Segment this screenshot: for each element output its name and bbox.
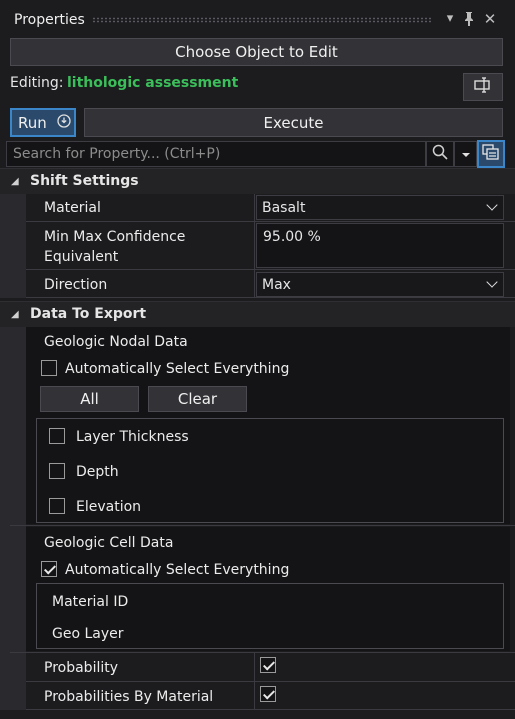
data-to-export-title: Data To Export	[30, 306, 147, 322]
data-to-export-header[interactable]: ◢ Data To Export	[0, 301, 515, 327]
material-id-item: Material ID	[52, 594, 129, 610]
geo-layer-item: Geo Layer	[52, 626, 124, 642]
direction-value: Max	[262, 276, 291, 293]
material-dropdown[interactable]: Basalt	[256, 195, 504, 220]
window-menu-icon[interactable]: ▾	[442, 11, 458, 27]
panel-title: Properties	[14, 12, 85, 28]
row-divider	[10, 652, 515, 653]
run-label: Run	[18, 113, 47, 132]
collapse-triangle-icon[interactable]: ◢	[11, 176, 19, 187]
properties-layout-icon	[473, 76, 493, 98]
run-button[interactable]: Run	[10, 108, 76, 137]
confidence-input[interactable]: 95.00 %	[256, 223, 504, 268]
cell-auto-select-label: Automatically Select Everything	[65, 562, 290, 578]
layout-toggle-button[interactable]	[463, 73, 503, 101]
chevron-down-icon	[486, 199, 498, 211]
drag-grip[interactable]	[92, 17, 432, 23]
editing-label: Editing:	[10, 75, 64, 91]
category-gutter	[0, 194, 26, 298]
row-divider	[26, 681, 515, 682]
probability-label: Probability	[44, 660, 119, 676]
direction-label: Direction	[44, 277, 108, 293]
probabilities-by-material-label: Probabilities By Material	[44, 689, 214, 705]
depth-checkbox[interactable]	[49, 463, 65, 479]
caret-down-icon	[461, 146, 471, 162]
nodal-data-title: Geologic Nodal Data	[44, 334, 188, 350]
collapse-categories-toggle[interactable]	[477, 140, 505, 168]
confidence-value: 95.00 %	[263, 229, 321, 245]
elevation-label: Elevation	[76, 499, 142, 515]
confidence-label-line1: Min Max Confidence	[44, 229, 186, 245]
depth-label: Depth	[76, 464, 119, 480]
info-icon	[57, 113, 71, 132]
cell-auto-select-checkbox[interactable]	[41, 561, 57, 577]
search-icon	[432, 144, 448, 164]
direction-dropdown[interactable]: Max	[256, 272, 504, 297]
probability-checkbox[interactable]	[260, 657, 276, 673]
select-all-button[interactable]: All	[40, 386, 139, 412]
material-label: Material	[44, 200, 101, 216]
row-divider	[10, 525, 515, 526]
search-options-dropdown[interactable]	[454, 141, 477, 167]
probabilities-by-material-checkbox[interactable]	[260, 686, 276, 702]
collapse-triangle-icon[interactable]: ◢	[11, 309, 19, 320]
cell-data-title: Geologic Cell Data	[44, 535, 174, 551]
nodal-auto-select-label: Automatically Select Everything	[65, 361, 290, 377]
elevation-checkbox[interactable]	[49, 498, 65, 514]
layer-thickness-checkbox[interactable]	[49, 428, 65, 444]
layer-thickness-label: Layer Thickness	[76, 429, 189, 445]
confidence-label-line2: Equivalent	[44, 249, 119, 265]
search-button[interactable]	[426, 141, 454, 167]
pin-icon[interactable]	[461, 11, 477, 27]
editing-object-name: lithologic assessment	[67, 75, 239, 91]
shift-settings-title: Shift Settings	[30, 173, 139, 189]
execute-button[interactable]: Execute	[84, 108, 503, 137]
property-search-input[interactable]: Search for Property... (Ctrl+P)	[6, 141, 426, 167]
column-divider	[254, 194, 255, 298]
stacked-windows-icon	[482, 144, 500, 164]
clear-button[interactable]: Clear	[148, 386, 247, 412]
close-icon[interactable]: ✕	[482, 11, 498, 27]
shift-settings-header[interactable]: ◢ Shift Settings	[0, 168, 515, 194]
row-divider	[26, 709, 515, 710]
row-divider	[26, 221, 515, 222]
chevron-down-icon	[486, 276, 498, 288]
choose-object-button[interactable]: Choose Object to Edit	[10, 38, 503, 66]
row-divider	[26, 297, 515, 298]
nodal-auto-select-checkbox[interactable]	[41, 360, 57, 376]
row-divider	[26, 269, 515, 270]
material-value: Basalt	[262, 199, 306, 216]
